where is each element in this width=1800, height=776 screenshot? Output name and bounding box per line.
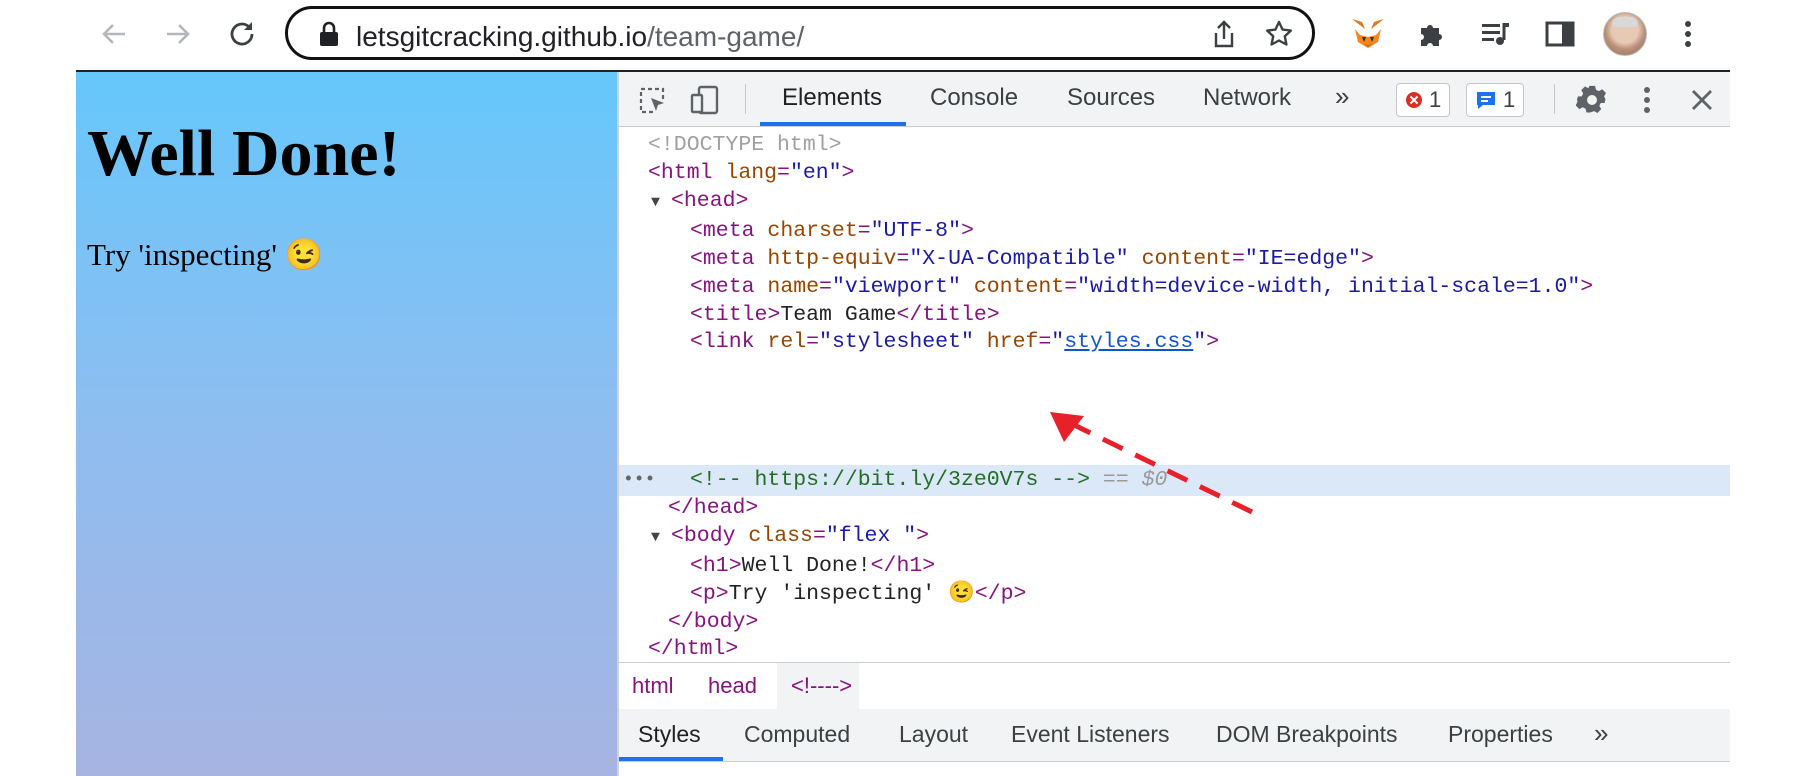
errors-badge[interactable]: 1 — [1396, 83, 1451, 117]
annotation-arrow — [1050, 412, 1254, 515]
tab-console[interactable]: Console — [930, 84, 1018, 112]
dom-meta-charset[interactable]: <meta charset="UTF-8"> — [690, 216, 974, 246]
expand-triangle-icon[interactable]: ▼ — [651, 188, 671, 218]
side-panel-icon[interactable] — [1540, 14, 1580, 54]
lock-icon[interactable] — [314, 19, 344, 49]
expand-triangle-icon[interactable]: ▼ — [651, 523, 671, 553]
tab-styles[interactable]: Styles — [638, 721, 701, 748]
dom-html-open[interactable]: <html lang="en"> — [648, 158, 854, 188]
elements-tree: ••• <!DOCTYPE html> <html lang="en"> ▼ <h… — [619, 127, 1730, 661]
breadcrumb-head[interactable]: head — [708, 673, 757, 699]
browser-toolbar: letsgitcracking.github.io/team-game/ — [0, 0, 1800, 70]
active-subtab-indicator — [619, 757, 723, 761]
back-icon[interactable] — [94, 14, 134, 54]
puzzle-extensions-icon[interactable] — [1412, 14, 1452, 54]
breadcrumb-comment[interactable]: <!----> — [791, 673, 852, 699]
page-paragraph: Try 'inspecting' 😉 — [87, 237, 324, 272]
dom-body-open[interactable]: ▼ <body class="flex "> — [651, 521, 929, 551]
share-icon[interactable] — [1209, 19, 1239, 49]
errors-count: 1 — [1429, 87, 1442, 112]
dom-h1[interactable]: <h1>Well Done!</h1> — [690, 551, 935, 581]
settings-gear-icon[interactable] — [1574, 82, 1610, 118]
dom-breadcrumb: html head <!----> — [619, 662, 1730, 710]
messages-count: 1 — [1503, 87, 1516, 112]
star-icon[interactable] — [1264, 19, 1294, 49]
more-tabs-button[interactable]: » — [1335, 81, 1349, 112]
styles-pane — [619, 762, 1730, 776]
device-toolbar-icon[interactable] — [687, 82, 723, 118]
stylesheet-link[interactable]: styles.css — [1064, 330, 1193, 354]
dom-html-close[interactable]: </html> — [648, 634, 738, 664]
devtools-menu-icon[interactable] — [1629, 82, 1665, 118]
messages-badge[interactable]: 1 — [1466, 83, 1525, 117]
inspect-element-icon[interactable] — [634, 82, 670, 118]
address-bar[interactable]: letsgitcracking.github.io/team-game/ — [285, 6, 1315, 60]
dom-body-close[interactable]: </body> — [668, 607, 758, 637]
media-queue-icon[interactable] — [1476, 14, 1516, 54]
reload-icon[interactable] — [222, 14, 262, 54]
dom-title[interactable]: <title>Team Game</title> — [690, 300, 1000, 330]
dom-head-open[interactable]: ▼ <head> — [651, 186, 748, 216]
dom-doctype[interactable]: <!DOCTYPE html> — [648, 130, 842, 160]
styles-tabbar: Styles Computed Layout Event Listeners D… — [619, 709, 1730, 762]
error-icon — [1406, 92, 1422, 108]
page-viewport: Well Done! Try 'inspecting' 😉 — [76, 72, 617, 776]
dom-link-stylesheet[interactable]: <link rel="stylesheet" href="styles.css"… — [690, 327, 1219, 357]
tab-sources[interactable]: Sources — [1067, 84, 1155, 112]
breadcrumb-html[interactable]: html — [632, 673, 674, 699]
dom-head-close[interactable]: </head> — [668, 493, 758, 523]
more-subtabs-button[interactable]: » — [1594, 718, 1608, 749]
tab-properties[interactable]: Properties — [1448, 721, 1553, 748]
tab-computed[interactable]: Computed — [744, 721, 850, 748]
url-host: letsgitcracking.github.io — [356, 21, 648, 52]
dom-meta-http-equiv[interactable]: <meta http-equiv="X-UA-Compatible" conte… — [690, 244, 1374, 274]
tab-separator — [1554, 84, 1555, 114]
url-text[interactable]: letsgitcracking.github.io/team-game/ — [356, 21, 804, 53]
message-icon — [1477, 92, 1495, 109]
tab-network[interactable]: Network — [1203, 84, 1291, 112]
tab-layout[interactable]: Layout — [899, 721, 968, 748]
forward-icon[interactable] — [158, 14, 198, 54]
active-tab-indicator — [760, 122, 906, 126]
tab-separator — [745, 84, 746, 114]
page-heading: Well Done! — [87, 117, 401, 190]
profile-avatar[interactable] — [1603, 12, 1647, 56]
url-path: /team-game/ — [647, 21, 805, 52]
kebab-menu-icon[interactable] — [1668, 14, 1708, 54]
dom-meta-viewport[interactable]: <meta name="viewport" content="width=dev… — [690, 272, 1593, 302]
tab-elements[interactable]: Elements — [782, 84, 882, 112]
devtools-tabbar: Elements Console Sources Network » 1 1 — [619, 72, 1730, 127]
node-ellipsis-icon[interactable]: ••• — [623, 465, 655, 495]
metamask-fox-icon[interactable] — [1348, 14, 1388, 54]
tab-dom-breakpoints[interactable]: DOM Breakpoints — [1216, 721, 1398, 748]
tab-event-listeners[interactable]: Event Listeners — [1011, 721, 1170, 748]
dom-p[interactable]: <p>Try 'inspecting' 😉</p> — [690, 579, 1026, 609]
close-devtools-icon[interactable] — [1684, 82, 1720, 118]
